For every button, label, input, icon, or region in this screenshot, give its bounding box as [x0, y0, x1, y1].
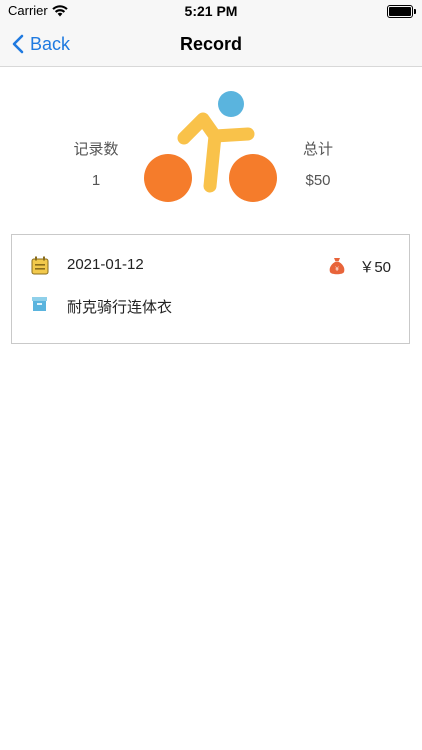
svg-text:¥: ¥	[335, 266, 339, 273]
summary-section: 记录数 1 总计 $50	[0, 66, 422, 226]
money-bag-icon: ¥	[329, 258, 345, 275]
status-bar: Carrier 5:21 PM	[0, 0, 422, 22]
record-count-label: 记录数	[73, 141, 119, 158]
total-value: $50	[305, 172, 331, 189]
cyclist-icon	[144, 91, 277, 202]
total-label: 总计	[302, 141, 333, 158]
clock: 5:21 PM	[184, 3, 238, 19]
battery-icon	[387, 5, 416, 18]
record-item-name: 耐克骑行连体衣	[67, 299, 173, 316]
total-stat: 总计 $50	[278, 138, 358, 189]
record-item-row: 耐克骑行连体衣	[12, 293, 409, 317]
record-price-value: ￥50	[359, 259, 391, 276]
record-date: 2021-01-12	[67, 256, 144, 273]
navigation-bar: Back Record	[0, 22, 422, 67]
record-count-value: 1	[91, 172, 101, 189]
calendar-icon	[31, 256, 49, 275]
box-icon	[32, 297, 47, 311]
record-date-row: 2021-01-12 ¥ ￥50	[12, 253, 409, 277]
record-price: ¥ ￥50	[329, 256, 391, 277]
record-count-stat: 记录数 1	[56, 138, 136, 189]
page-title: Record	[179, 34, 242, 54]
record-card[interactable]: 2021-01-12 ¥ ￥50 耐克骑行连体衣	[11, 234, 410, 344]
